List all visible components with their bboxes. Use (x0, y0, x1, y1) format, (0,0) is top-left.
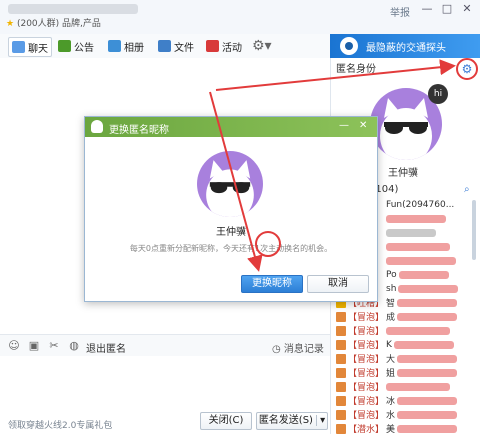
title-bar: ★ (200人群) 品牌,产品 举报 — □ ✕ (0, 0, 480, 35)
close-window-button[interactable]: ✕ (460, 2, 474, 16)
anonymous-name: 王仲骥 (388, 168, 418, 179)
star-icon: ★ (6, 19, 15, 29)
member-item[interactable]: 【冒泡】 (336, 380, 476, 393)
maximize-button[interactable]: □ (440, 2, 454, 16)
promo-link[interactable]: 领取穿越火线2.0专属礼包 (8, 418, 112, 431)
tab-files[interactable]: 文件 (158, 37, 194, 55)
input-toolbar: ☺ ▣ ✂ ◍ 退出匿名 ◷ 消息记录 ▾ (0, 334, 330, 366)
promo-banner[interactable]: 最隐蔽的交通探头 (330, 34, 480, 58)
member-item[interactable]: 【冒泡】冰 (336, 394, 476, 407)
clock-icon: ◷ (272, 344, 281, 355)
dialog-tip-text: 每天0点重新分配新昵称，今天还有1次主动换名的机会。 (129, 244, 333, 253)
member-item[interactable]: 【潜水】美 (336, 422, 476, 435)
settings-gear-icon[interactable]: ⚙▾ (252, 37, 272, 55)
tab-activity[interactable]: 活动 (206, 37, 242, 55)
folder-icon (158, 40, 171, 52)
photo-icon (108, 40, 121, 52)
member-item[interactable]: 【冒泡】成 (336, 310, 476, 323)
anonymous-send-button[interactable]: 匿名发送(S) ▾ (256, 412, 328, 430)
emoji-icon[interactable]: ☺ (8, 340, 20, 352)
flag-icon (58, 40, 71, 52)
tab-bar: 聊天 公告 相册 文件 活动 ⚙▾ (0, 34, 330, 59)
minimize-button[interactable]: — (420, 2, 434, 16)
member-item[interactable]: 【冒泡】水 (336, 408, 476, 421)
highlight-circle (255, 231, 281, 257)
group-subtitle: ★ (200人群) 品牌,产品 (6, 19, 101, 29)
dialog-close-button[interactable]: ✕ (359, 120, 367, 131)
exit-anonymous-link[interactable]: 退出匿名 (86, 340, 126, 355)
tab-chat[interactable]: 聊天 (8, 37, 52, 57)
anonymous-identity-label: 匿名身份 (336, 64, 376, 75)
search-members-icon[interactable]: ⌕ (464, 184, 470, 195)
dialog-minimize-button[interactable]: — (339, 120, 349, 131)
member-item[interactable]: 【冒泡】姐 (336, 366, 476, 379)
cancel-button[interactable]: 取消 (307, 275, 369, 293)
report-button[interactable]: 举报 (390, 4, 410, 19)
dialog-title-bar: 更换匿名昵称 — ✕ (85, 117, 377, 137)
send-options-chevron-icon[interactable]: ▾ (316, 415, 326, 426)
member-list-scrollbar[interactable] (472, 200, 476, 260)
activity-flag-icon (206, 40, 219, 52)
dialog-anonymous-avatar (197, 151, 263, 217)
member-item[interactable]: 【冒泡】 K (336, 338, 476, 351)
image-icon[interactable]: ▣ (28, 340, 40, 352)
change-nickname-button[interactable]: 更换昵称 (241, 275, 303, 293)
eye-icon (340, 37, 358, 55)
close-button[interactable]: 关闭(C) (200, 412, 252, 430)
member-item[interactable]: 【冒泡】大 (336, 352, 476, 365)
hi-badge[interactable]: hi (428, 84, 448, 104)
penguin-icon (91, 120, 103, 133)
anonymous-settings-gear-icon[interactable]: ⚙ (456, 58, 478, 80)
tab-announcement[interactable]: 公告 (58, 37, 94, 55)
group-name-blurred (8, 4, 138, 14)
member-item[interactable]: 【冒泡】 (336, 324, 476, 337)
tab-album[interactable]: 相册 (108, 37, 144, 55)
scissors-icon[interactable]: ✂ (48, 340, 60, 352)
anonymous-mask-icon[interactable]: ◍ (68, 340, 80, 352)
chat-icon (12, 41, 25, 53)
sunglasses-cat-icon (206, 160, 254, 217)
change-nickname-dialog: 更换匿名昵称 — ✕ 王仲骥 每天0点重新分配新昵称，今天还有1次主动换名的机会… (84, 116, 378, 302)
dialog-anonymous-name: 王仲骥 (216, 227, 246, 238)
